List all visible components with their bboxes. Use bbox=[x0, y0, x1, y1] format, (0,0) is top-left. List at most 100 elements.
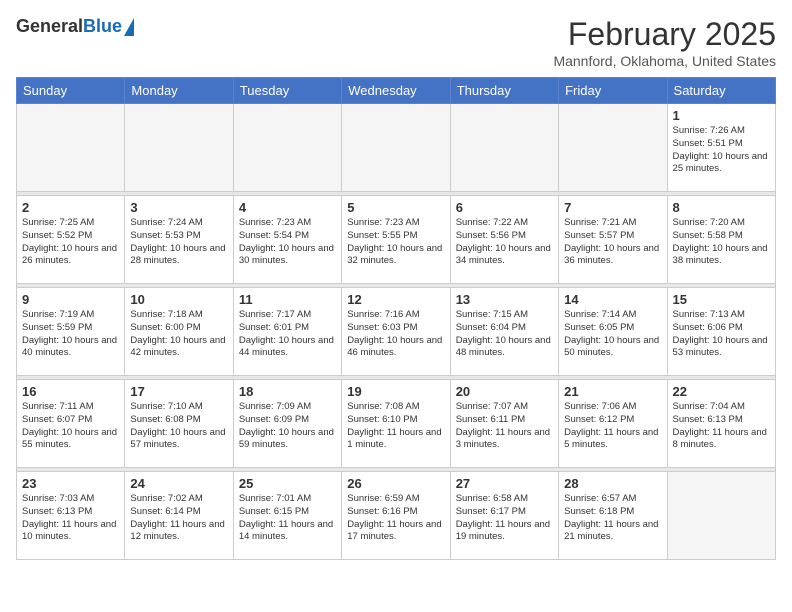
calendar-cell: 18Sunrise: 7:09 AM Sunset: 6:09 PM Dayli… bbox=[233, 380, 341, 468]
calendar-cell: 1 Sunrise: 7:26 AM Sunset: 5:51 PM Daylig… bbox=[667, 104, 775, 192]
day-info: Sunrise: 7:25 AM Sunset: 5:52 PM Dayligh… bbox=[22, 217, 119, 268]
day-info: Sunrise: 7:17 AM Sunset: 6:01 PM Dayligh… bbox=[239, 309, 336, 360]
day-info: Sunrise: 7:26 AM Sunset: 5:51 PM Dayligh… bbox=[673, 125, 770, 176]
day-number: 9 bbox=[22, 292, 119, 307]
calendar-cell: 3Sunrise: 7:24 AM Sunset: 5:53 PM Daylig… bbox=[125, 196, 233, 284]
day-number: 27 bbox=[456, 476, 553, 491]
day-info: Sunrise: 6:57 AM Sunset: 6:18 PM Dayligh… bbox=[564, 493, 661, 544]
day-info: Sunrise: 7:23 AM Sunset: 5:55 PM Dayligh… bbox=[347, 217, 444, 268]
calendar-cell: 2 Sunrise: 7:25 AM Sunset: 5:52 PM Daylig… bbox=[17, 196, 125, 284]
calendar-cell: 22 Sunrise: 7:04 AM Sunset: 6:13 PM Dayli… bbox=[667, 380, 775, 468]
day-number: 26 bbox=[347, 476, 444, 491]
day-info: Sunrise: 7:14 AM Sunset: 6:05 PM Dayligh… bbox=[564, 309, 661, 360]
day-info: Sunrise: 7:13 AM Sunset: 6:06 PM Dayligh… bbox=[673, 309, 770, 360]
calendar-cell: 26 Sunrise: 6:59 AM Sunset: 6:16 PM Dayli… bbox=[342, 472, 450, 560]
day-number: 13 bbox=[456, 292, 553, 307]
day-number: 21 bbox=[564, 384, 661, 399]
day-number: 12 bbox=[347, 292, 444, 307]
day-info: Sunrise: 7:06 AM Sunset: 6:12 PM Dayligh… bbox=[564, 401, 661, 452]
calendar-cell: 9 Sunrise: 7:19 AM Sunset: 5:59 PM Daylig… bbox=[17, 288, 125, 376]
day-info: Sunrise: 6:59 AM Sunset: 6:16 PM Dayligh… bbox=[347, 493, 444, 544]
day-number: 23 bbox=[22, 476, 119, 491]
calendar-cell: 25 Sunrise: 7:01 AM Sunset: 6:15 PM Dayli… bbox=[233, 472, 341, 560]
calendar-cell: 17 Sunrise: 7:10 AM Sunset: 6:08 PM Dayli… bbox=[125, 380, 233, 468]
day-number: 25 bbox=[239, 476, 336, 491]
day-number: 16 bbox=[22, 384, 119, 399]
day-number: 1 bbox=[673, 108, 770, 123]
calendar-cell: 13 Sunrise: 7:15 AM Sunset: 6:04 PM Dayli… bbox=[450, 288, 558, 376]
logo: General Blue bbox=[16, 16, 134, 37]
month-title: February 2025 bbox=[553, 16, 776, 53]
day-info: Sunrise: 7:22 AM Sunset: 5:56 PM Dayligh… bbox=[456, 217, 553, 268]
calendar-cell: 27 Sunrise: 6:58 AM Sunset: 6:17 PM Dayli… bbox=[450, 472, 558, 560]
calendar-cell: 24Sunrise: 7:02 AM Sunset: 6:14 PM Dayli… bbox=[125, 472, 233, 560]
calendar-cell: 14 Sunrise: 7:14 AM Sunset: 6:05 PM Dayli… bbox=[559, 288, 667, 376]
calendar-cell bbox=[17, 104, 125, 192]
calendar-cell bbox=[125, 104, 233, 192]
calendar-cell bbox=[559, 104, 667, 192]
day-number: 20 bbox=[456, 384, 553, 399]
day-number: 24 bbox=[130, 476, 227, 491]
day-of-week-header: Thursday bbox=[450, 78, 558, 104]
day-number: 10 bbox=[130, 292, 227, 307]
day-number: 22 bbox=[673, 384, 770, 399]
day-number: 4 bbox=[239, 200, 336, 215]
calendar-cell: 16 Sunrise: 7:11 AM Sunset: 6:07 PM Dayli… bbox=[17, 380, 125, 468]
logo-blue-text: Blue bbox=[83, 16, 122, 37]
calendar-cell: 6Sunrise: 7:22 AM Sunset: 5:56 PM Daylig… bbox=[450, 196, 558, 284]
day-number: 11 bbox=[239, 292, 336, 307]
calendar-cell: 20 Sunrise: 7:07 AM Sunset: 6:11 PM Dayli… bbox=[450, 380, 558, 468]
day-info: Sunrise: 7:15 AM Sunset: 6:04 PM Dayligh… bbox=[456, 309, 553, 360]
title-section: February 2025 Mannford, Oklahoma, United… bbox=[553, 16, 776, 69]
day-of-week-header: Saturday bbox=[667, 78, 775, 104]
calendar-cell: 7Sunrise: 7:21 AM Sunset: 5:57 PM Daylig… bbox=[559, 196, 667, 284]
day-of-week-header: Wednesday bbox=[342, 78, 450, 104]
calendar-cell: 8 Sunrise: 7:20 AM Sunset: 5:58 PM Daylig… bbox=[667, 196, 775, 284]
day-of-week-header: Friday bbox=[559, 78, 667, 104]
calendar-cell: 4 Sunrise: 7:23 AM Sunset: 5:54 PM Daylig… bbox=[233, 196, 341, 284]
day-info: Sunrise: 7:11 AM Sunset: 6:07 PM Dayligh… bbox=[22, 401, 119, 452]
day-info: Sunrise: 7:10 AM Sunset: 6:08 PM Dayligh… bbox=[130, 401, 227, 452]
calendar-cell bbox=[450, 104, 558, 192]
calendar-cell: 12Sunrise: 7:16 AM Sunset: 6:03 PM Dayli… bbox=[342, 288, 450, 376]
logo-triangle-icon bbox=[124, 18, 134, 36]
day-of-week-header: Tuesday bbox=[233, 78, 341, 104]
calendar-week-row: 23 Sunrise: 7:03 AM Sunset: 6:13 PM Dayli… bbox=[17, 472, 776, 560]
logo-general-text: General bbox=[16, 16, 83, 37]
calendar-cell: 23 Sunrise: 7:03 AM Sunset: 6:13 PM Dayli… bbox=[17, 472, 125, 560]
day-number: 8 bbox=[673, 200, 770, 215]
calendar-week-row: 2 Sunrise: 7:25 AM Sunset: 5:52 PM Daylig… bbox=[17, 196, 776, 284]
day-info: Sunrise: 7:08 AM Sunset: 6:10 PM Dayligh… bbox=[347, 401, 444, 452]
day-info: Sunrise: 7:23 AM Sunset: 5:54 PM Dayligh… bbox=[239, 217, 336, 268]
day-info: Sunrise: 7:09 AM Sunset: 6:09 PM Dayligh… bbox=[239, 401, 336, 452]
location-text: Mannford, Oklahoma, United States bbox=[553, 53, 776, 69]
calendar-table: SundayMondayTuesdayWednesdayThursdayFrid… bbox=[16, 77, 776, 560]
calendar-cell: 19Sunrise: 7:08 AM Sunset: 6:10 PM Dayli… bbox=[342, 380, 450, 468]
calendar-cell: 21 Sunrise: 7:06 AM Sunset: 6:12 PM Dayli… bbox=[559, 380, 667, 468]
day-info: Sunrise: 7:21 AM Sunset: 5:57 PM Dayligh… bbox=[564, 217, 661, 268]
day-info: Sunrise: 7:07 AM Sunset: 6:11 PM Dayligh… bbox=[456, 401, 553, 452]
day-info: Sunrise: 6:58 AM Sunset: 6:17 PM Dayligh… bbox=[456, 493, 553, 544]
day-info: Sunrise: 7:01 AM Sunset: 6:15 PM Dayligh… bbox=[239, 493, 336, 544]
day-info: Sunrise: 7:19 AM Sunset: 5:59 PM Dayligh… bbox=[22, 309, 119, 360]
calendar-week-row: 1 Sunrise: 7:26 AM Sunset: 5:51 PM Daylig… bbox=[17, 104, 776, 192]
calendar-cell: 15Sunrise: 7:13 AM Sunset: 6:06 PM Dayli… bbox=[667, 288, 775, 376]
calendar-body: 1 Sunrise: 7:26 AM Sunset: 5:51 PM Daylig… bbox=[17, 104, 776, 560]
day-of-week-header: Monday bbox=[125, 78, 233, 104]
day-info: Sunrise: 7:18 AM Sunset: 6:00 PM Dayligh… bbox=[130, 309, 227, 360]
day-number: 2 bbox=[22, 200, 119, 215]
day-info: Sunrise: 7:04 AM Sunset: 6:13 PM Dayligh… bbox=[673, 401, 770, 452]
calendar-cell: 11 Sunrise: 7:17 AM Sunset: 6:01 PM Dayli… bbox=[233, 288, 341, 376]
calendar-cell: 28Sunrise: 6:57 AM Sunset: 6:18 PM Dayli… bbox=[559, 472, 667, 560]
day-number: 3 bbox=[130, 200, 227, 215]
day-info: Sunrise: 7:20 AM Sunset: 5:58 PM Dayligh… bbox=[673, 217, 770, 268]
day-number: 14 bbox=[564, 292, 661, 307]
day-number: 17 bbox=[130, 384, 227, 399]
day-of-week-header: Sunday bbox=[17, 78, 125, 104]
calendar-cell bbox=[342, 104, 450, 192]
calendar-cell bbox=[233, 104, 341, 192]
calendar-week-row: 16 Sunrise: 7:11 AM Sunset: 6:07 PM Dayli… bbox=[17, 380, 776, 468]
calendar-header-row: SundayMondayTuesdayWednesdayThursdayFrid… bbox=[17, 78, 776, 104]
day-info: Sunrise: 7:03 AM Sunset: 6:13 PM Dayligh… bbox=[22, 493, 119, 544]
day-number: 5 bbox=[347, 200, 444, 215]
